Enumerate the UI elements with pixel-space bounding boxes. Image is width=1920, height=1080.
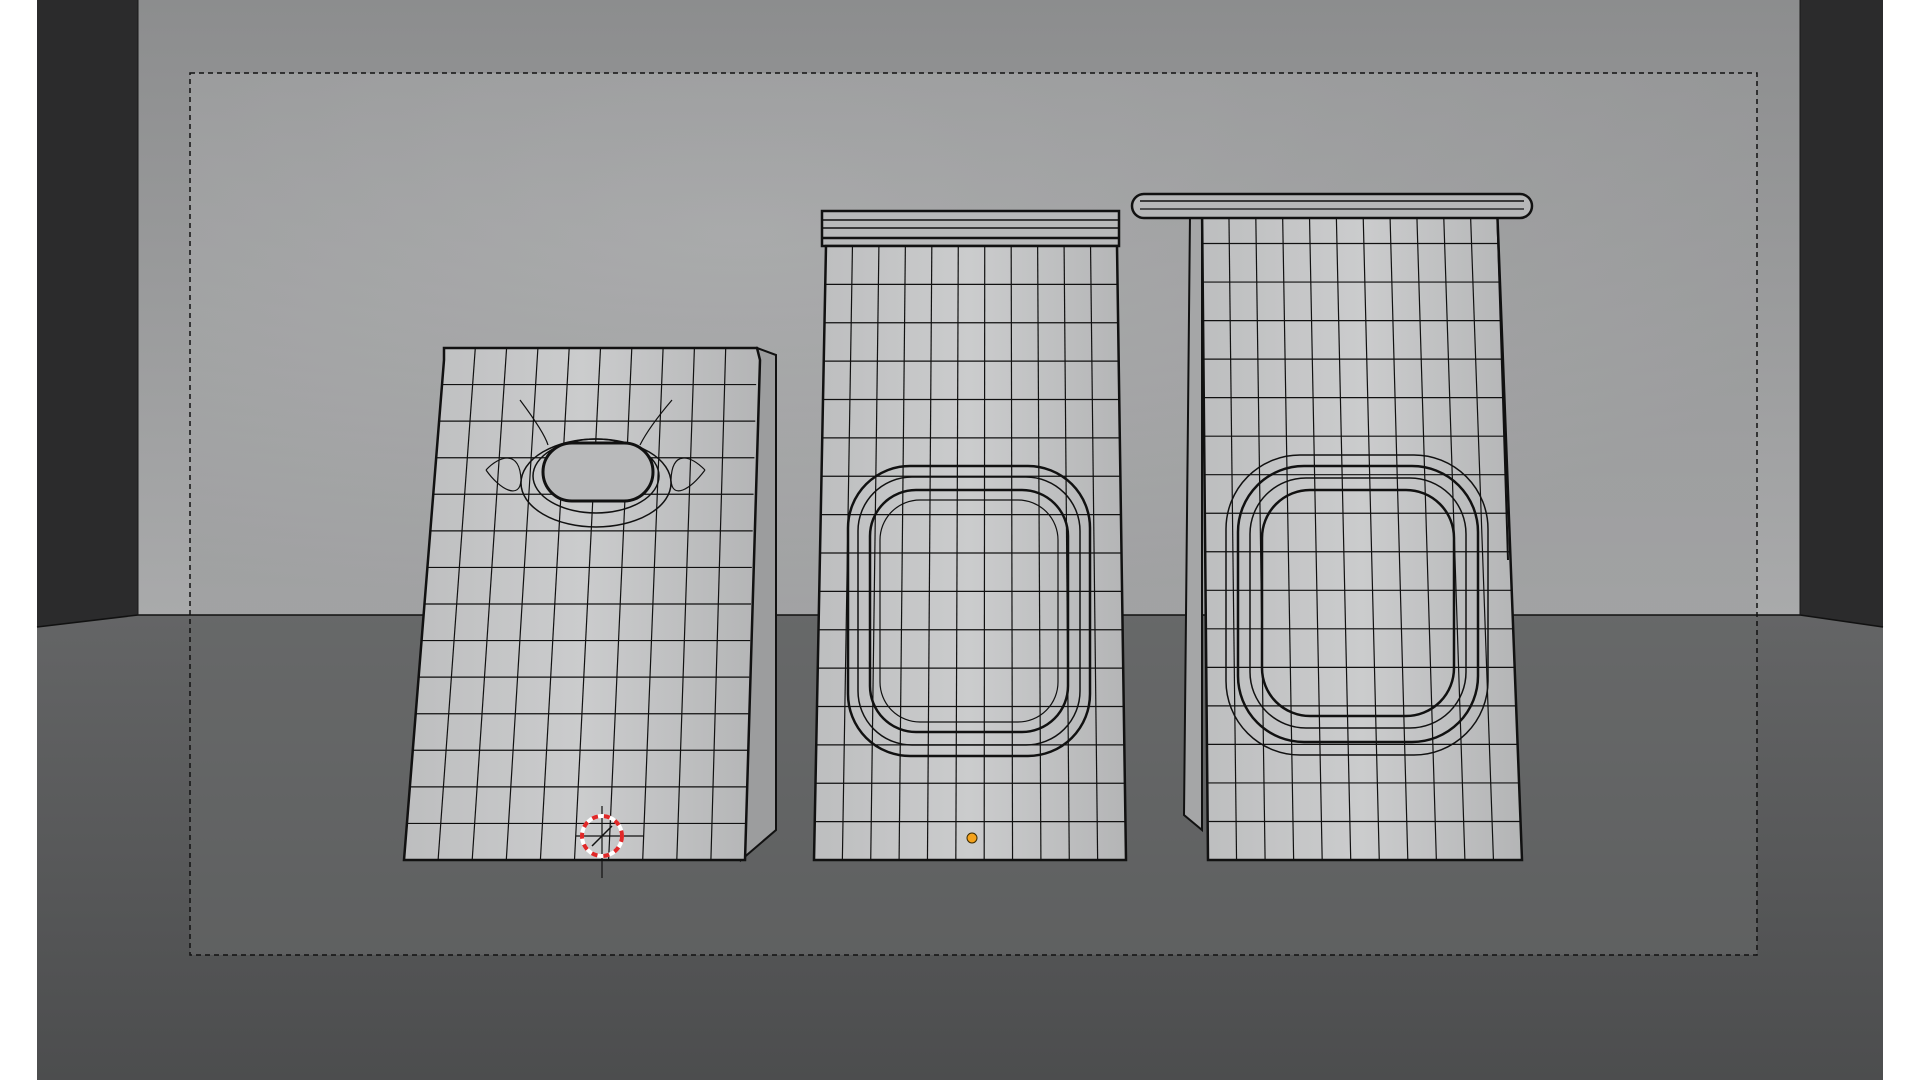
origin-dot[interactable] — [966, 832, 978, 844]
backdrop-left-wall — [37, 0, 138, 627]
backdrop-right-wall — [1800, 0, 1883, 627]
viewport-canvas[interactable] — [0, 0, 1920, 1080]
bag3-lid[interactable] — [1130, 192, 1534, 220]
paper-bag-tall-window-lid[interactable] — [1130, 192, 1534, 862]
paper-bag-small-handle[interactable] — [402, 346, 777, 863]
blender-3d-viewport[interactable] — [0, 0, 1920, 1080]
paper-bag-tall-window[interactable] — [812, 209, 1128, 862]
bag1-handle-hole — [541, 441, 655, 503]
